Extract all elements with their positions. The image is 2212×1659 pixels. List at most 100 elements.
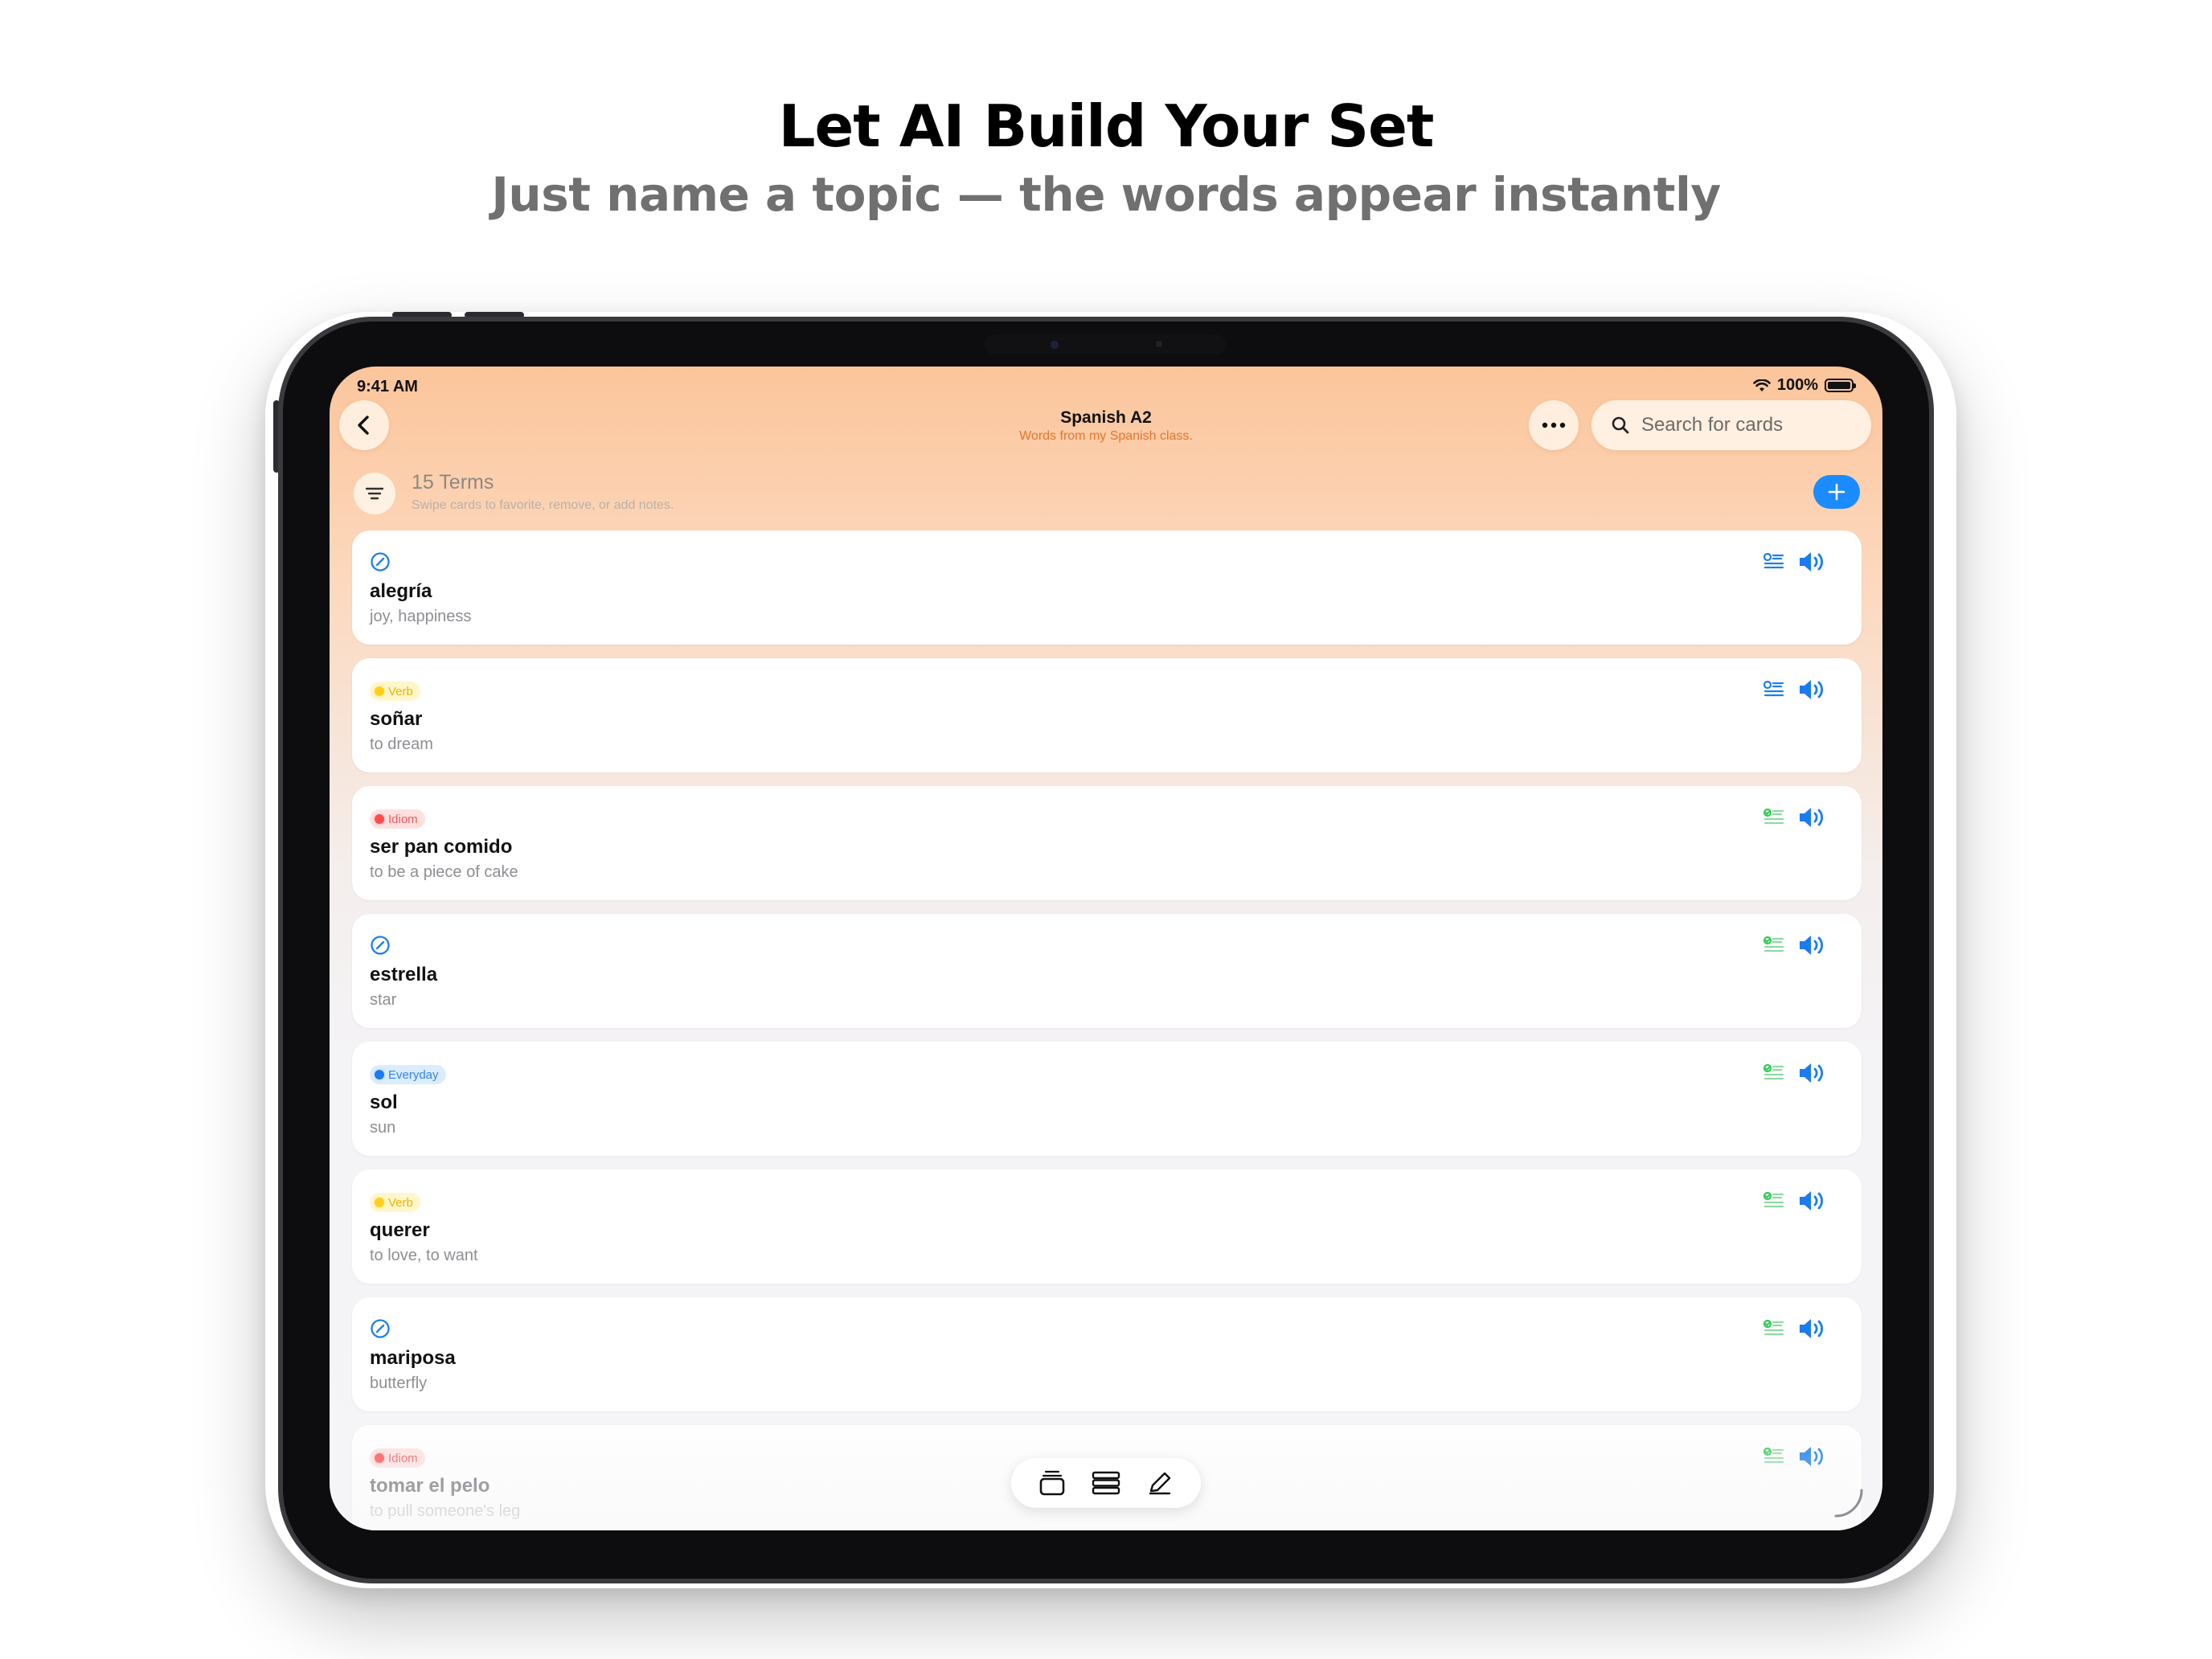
slashed-circle-icon [371, 551, 390, 571]
tag-dot [375, 1198, 384, 1207]
card-definition: to be a piece of cake [370, 863, 518, 881]
cards-view-button[interactable] [1033, 1464, 1071, 1502]
speaker-icon [1800, 680, 1823, 699]
more-button[interactable] [1529, 400, 1579, 450]
tag-label: Idiom [388, 812, 418, 826]
pronounce-button[interactable] [1797, 1444, 1828, 1473]
card-term: ser pan comido [370, 836, 513, 858]
tag-label: Idiom [388, 1451, 418, 1465]
search-field[interactable] [1591, 400, 1871, 450]
tag-dot [375, 1070, 384, 1079]
list-check-icon [1763, 1191, 1784, 1208]
card-actions [1763, 1317, 1828, 1345]
category-tag: Verb [370, 682, 420, 701]
pronounce-button[interactable] [1797, 678, 1828, 706]
search-input[interactable] [1641, 414, 1850, 436]
list-view-button[interactable] [1087, 1464, 1125, 1502]
category-tag: Everyday [370, 1065, 446, 1084]
card-term: alegría [370, 580, 432, 602]
tag-label: Verb [388, 684, 413, 698]
edit-pencil-icon [1149, 1472, 1170, 1495]
category-tag: Idiom [370, 1448, 425, 1468]
battery-percent: 100% [1776, 376, 1818, 394]
term-card[interactable]: estrella star [352, 914, 1862, 1028]
tag-slot: Idiom [370, 809, 425, 830]
front-camera [1051, 341, 1059, 349]
card-definition: butterfly [370, 1374, 428, 1392]
speaker-icon [1800, 1191, 1823, 1210]
card-definition: joy, happiness [370, 608, 472, 625]
category-tag: Idiom [370, 809, 425, 829]
untagged-indicator [370, 551, 391, 576]
pronounce-button[interactable] [1797, 1189, 1828, 1217]
list-check-icon [1763, 552, 1784, 569]
card-term: sol [370, 1092, 398, 1113]
battery-icon [1825, 379, 1856, 392]
card-actions [1763, 1444, 1828, 1473]
sensor [1156, 341, 1162, 347]
card-actions [1763, 1061, 1828, 1089]
plus-icon [1828, 483, 1845, 501]
add-card-button[interactable] [1813, 475, 1860, 509]
term-card[interactable]: mariposa butterfly [352, 1297, 1862, 1411]
edit-button[interactable] [1141, 1464, 1179, 1502]
mastery-button[interactable] [1763, 1319, 1784, 1342]
tag-label: Everyday [388, 1067, 439, 1082]
view-toolbar [1011, 1458, 1201, 1508]
mastery-button[interactable] [1763, 1063, 1784, 1087]
mastery-button[interactable] [1763, 936, 1784, 959]
speaker-icon [1800, 1447, 1823, 1466]
tag-slot: Everyday [370, 1064, 446, 1085]
speaker-icon [1800, 552, 1823, 571]
tag-slot [370, 551, 391, 576]
term-card[interactable]: Verb querer to love, to want [352, 1169, 1862, 1284]
tag-slot: Verb [370, 1192, 420, 1213]
tag-slot [370, 1318, 391, 1343]
scroll-corner-indicator [1834, 1489, 1863, 1518]
card-definition: to love, to want [370, 1247, 478, 1264]
term-card[interactable]: alegría joy, happiness [352, 530, 1862, 645]
tag-slot [370, 935, 391, 957]
tag-label: Verb [388, 1195, 413, 1210]
promo-subheadline: Just name a topic — the words appear ins… [491, 167, 1721, 222]
card-definition: to dream [370, 735, 433, 753]
card-term: querer [370, 1219, 430, 1241]
ellipsis-icon [1542, 422, 1566, 428]
filter-button[interactable] [354, 473, 395, 514]
pronounce-button[interactable] [1797, 1317, 1828, 1345]
speaker-icon [1800, 808, 1823, 827]
card-actions [1763, 805, 1828, 834]
mastery-button[interactable] [1763, 1191, 1784, 1215]
card-definition: sun [370, 1119, 396, 1137]
term-card[interactable]: Everyday sol sun [352, 1042, 1862, 1156]
tag-slot: Verb [370, 681, 420, 702]
card-definition: star [370, 991, 397, 1009]
camera-housing [985, 334, 1226, 355]
mastery-button[interactable] [1763, 552, 1784, 576]
card-actions [1763, 933, 1828, 961]
mastery-button[interactable] [1763, 808, 1784, 831]
card-term: mariposa [370, 1347, 456, 1369]
list-view-icon [1092, 1471, 1120, 1495]
tag-dot [375, 686, 384, 696]
pronounce-button[interactable] [1797, 805, 1828, 834]
cards-stack-icon [1040, 1470, 1065, 1496]
list-check-icon [1763, 680, 1784, 697]
pronounce-button[interactable] [1797, 550, 1828, 578]
pronounce-button[interactable] [1797, 1061, 1828, 1089]
mastery-button[interactable] [1763, 680, 1784, 703]
untagged-indicator [370, 1318, 391, 1343]
slashed-circle-icon [371, 1318, 390, 1338]
status-time: 9:41 AM [357, 378, 418, 395]
promo-headline: Let AI Build Your Set [778, 92, 1435, 160]
term-card[interactable]: Idiom ser pan comido to be a piece of cake [352, 786, 1862, 900]
swipe-hint: Swipe cards to favorite, remove, or add … [412, 498, 674, 512]
magnifier-icon [1612, 416, 1629, 434]
term-card[interactable]: Verb soñar to dream [352, 658, 1862, 772]
card-actions [1763, 678, 1828, 706]
mastery-button[interactable] [1763, 1447, 1784, 1470]
terms-count: 15 Terms [412, 471, 494, 494]
pronounce-button[interactable] [1797, 933, 1828, 961]
card-term: soñar [370, 708, 423, 730]
card-actions [1763, 550, 1828, 578]
